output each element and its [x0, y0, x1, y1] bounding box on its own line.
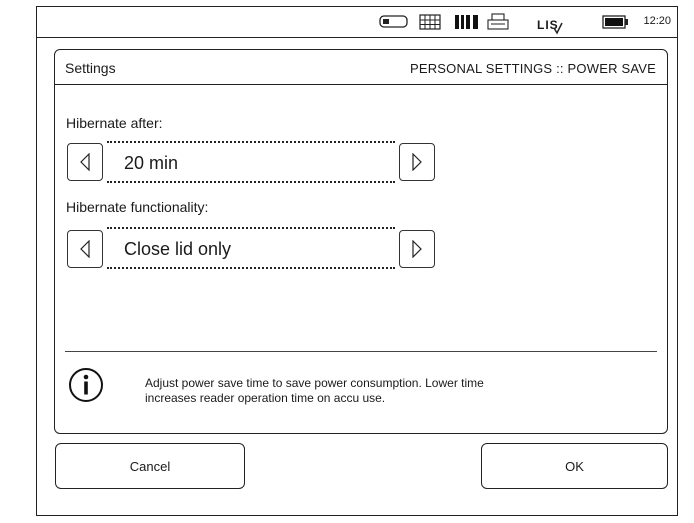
ok-button[interactable]: OK — [481, 443, 668, 489]
cancel-button[interactable]: Cancel — [55, 443, 245, 489]
printer-icon — [487, 13, 509, 31]
hibernate-after-value: 20 min — [107, 141, 395, 183]
triangle-left-icon — [80, 240, 90, 258]
battery-icon — [602, 13, 630, 31]
clock-time: 12:20 — [643, 15, 671, 27]
hibernate-functionality-label: Hibernate functionality: — [66, 199, 209, 215]
panel-header: Settings PERSONAL SETTINGS :: POWER SAVE — [55, 50, 667, 85]
hibernate-after-next-button[interactable] — [399, 143, 435, 181]
status-bar: LIS 12:20 — [37, 7, 677, 38]
triangle-left-icon — [80, 153, 90, 171]
info-message-line: Adjust power save time to save power con… — [145, 376, 484, 390]
device-screen: LIS 12:20 Settings PERSONAL SETTINGS :: … — [36, 6, 678, 516]
hibernate-functionality-next-button[interactable] — [399, 230, 435, 268]
cancel-button-label: Cancel — [129, 458, 171, 474]
keyboard-icon — [419, 13, 441, 31]
barcode-icon — [454, 13, 480, 31]
info-icon — [68, 367, 104, 403]
page-title: Settings — [65, 60, 116, 76]
hibernate-functionality-value-text: Close lid only — [124, 239, 232, 259]
info-message-line: increases reader operation time on accu … — [145, 391, 386, 405]
ok-button-label: OK — [565, 458, 584, 474]
hibernate-after-value-text: 20 min — [124, 153, 179, 173]
triangle-right-icon — [412, 240, 422, 258]
triangle-right-icon — [412, 153, 422, 171]
info-message: Adjust power save time to save power con… — [145, 376, 645, 406]
settings-panel: Settings PERSONAL SETTINGS :: POWER SAVE… — [54, 49, 668, 434]
breadcrumb: PERSONAL SETTINGS :: POWER SAVE — [409, 61, 656, 76]
hibernate-after-label: Hibernate after: — [66, 115, 163, 131]
hibernate-functionality-prev-button[interactable] — [67, 230, 103, 268]
info-divider — [65, 351, 657, 352]
hibernate-functionality-value: Close lid only — [107, 227, 395, 269]
hibernate-after-prev-button[interactable] — [67, 143, 103, 181]
usb-stick-icon — [379, 13, 409, 31]
lis-connection-icon: LIS — [537, 14, 563, 36]
